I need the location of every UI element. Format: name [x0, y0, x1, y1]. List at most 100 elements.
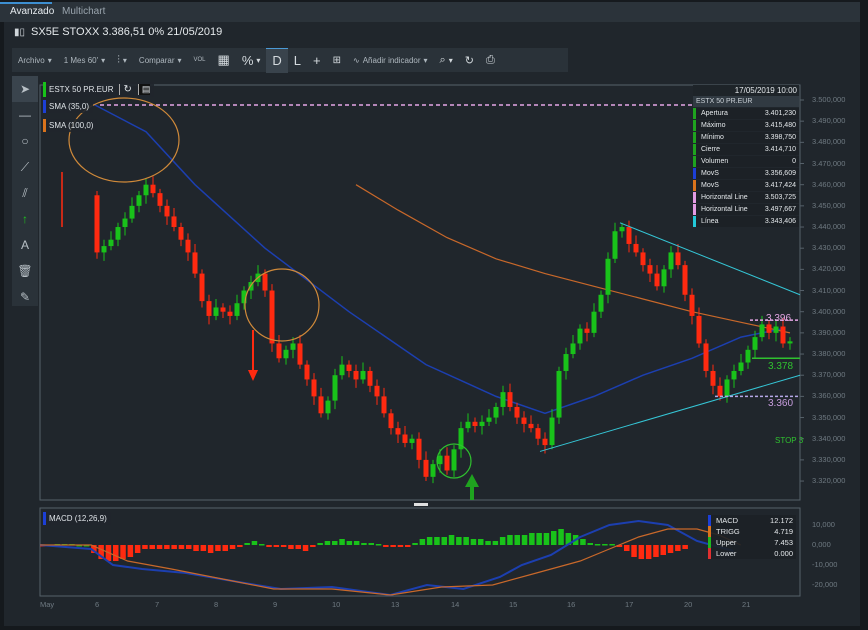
data-window: 17/05/2019 10:00 ESTX 50 PR.EUR Apertura…: [693, 85, 799, 227]
macd-bar-negative: [193, 545, 199, 551]
stop-label: STOP 3: [775, 436, 804, 445]
macd-bar-negative: [273, 545, 280, 547]
price-axis-label: 3.440,000: [812, 222, 846, 232]
sma100-label: SMA (100,0): [49, 121, 94, 130]
candle-up: [787, 341, 793, 344]
candle-down: [780, 326, 786, 344]
macd-bar-positive: [587, 543, 593, 545]
macd-bar-negative: [149, 545, 155, 549]
price-axis-label: 3.500,000: [812, 95, 846, 104]
row-label: Apertura: [701, 110, 728, 117]
candle-up: [605, 258, 611, 295]
row-label: MovS: [701, 182, 719, 189]
macd-bar-positive: [543, 533, 550, 545]
settings-icon[interactable]: ▤: [137, 84, 151, 95]
macd-bar-negative: [207, 545, 214, 553]
data-window-symbol: ESTX 50 PR.EUR: [693, 96, 799, 107]
candle-up: [724, 379, 730, 397]
date-axis-label: 13: [391, 600, 400, 609]
candle-down: [444, 455, 450, 471]
candle-down: [521, 417, 527, 424]
macd-bar-negative: [134, 545, 141, 553]
price-axis-label: 3.340,000: [812, 433, 846, 443]
candle-down: [640, 252, 646, 266]
row-value: 3.414,710: [764, 146, 796, 153]
date-axis-label: 16: [567, 600, 576, 609]
macd-bar-positive: [478, 539, 484, 545]
row-value: 3.503,725: [764, 194, 796, 201]
price-axis-label: 3.330,000: [812, 454, 846, 464]
macd-bar-positive: [332, 541, 338, 545]
candle-down: [472, 421, 478, 427]
sma100-legend[interactable]: SMA (100,0): [43, 119, 98, 132]
macd-bar-positive: [259, 544, 265, 546]
candle-down: [675, 252, 681, 266]
macd-bar-negative: [310, 545, 316, 547]
macd-bar-positive: [339, 539, 345, 545]
macd-axis-label: -10,000: [812, 560, 838, 569]
candle-down: [150, 184, 156, 194]
data-window-row: Horizontal Line 3.497,667: [693, 204, 799, 215]
macd-bar-positive: [602, 544, 608, 546]
macd-bar-positive: [514, 535, 520, 545]
sma35-legend[interactable]: SMA (35,0): [43, 100, 94, 113]
candle-up: [136, 195, 142, 206]
candle-down: [304, 364, 310, 380]
macd-bar-positive: [419, 539, 426, 545]
candle-down: [647, 265, 653, 274]
level-label-3396: 3.396: [766, 313, 792, 324]
macd-bar-negative: [675, 545, 681, 551]
row-value: 4.719: [774, 527, 793, 536]
candle-up: [486, 417, 492, 422]
macd-bar-negative: [215, 545, 221, 551]
candle-up: [437, 455, 443, 465]
candle-up: [563, 354, 569, 371]
candle-down: [395, 428, 401, 435]
macd-bar-negative: [653, 545, 659, 557]
candle-down: [206, 301, 212, 316]
candle-up: [339, 364, 345, 376]
data-window-row: Horizontal Line 3.503,725: [693, 192, 799, 203]
row-label: Máximo: [701, 122, 726, 129]
legend-color: [43, 512, 46, 525]
row-value: 0: [792, 158, 796, 165]
price-axis-label: 3.400,000: [812, 306, 846, 316]
candle-up: [591, 311, 597, 333]
macd-legend[interactable]: MACD (12,26,9): [43, 512, 111, 525]
candle-down: [626, 227, 632, 244]
candle-down: [766, 324, 772, 333]
pane-resize-handle[interactable]: [414, 503, 428, 506]
candle-down: [94, 195, 100, 253]
candle-up: [745, 349, 751, 363]
macd-bar-positive: [529, 533, 535, 545]
candle-down: [584, 328, 590, 333]
price-axis-label: 3.380,000: [812, 349, 846, 359]
macd-data-row: Upper 7.453: [708, 537, 796, 548]
macd-bar-negative: [390, 545, 396, 547]
macd-bar-negative: [127, 545, 134, 557]
date-axis-label: 17: [625, 600, 634, 609]
sma35-label: SMA (35,0): [49, 102, 90, 111]
data-window-row: Cierre 3.414,710: [693, 144, 799, 155]
macd-bar-negative: [171, 545, 177, 549]
macd-bar-negative: [200, 545, 207, 551]
macd-bar-positive: [551, 531, 557, 545]
date-axis-label: 7: [155, 600, 160, 609]
candle-up: [360, 370, 366, 380]
candle-down: [164, 205, 170, 217]
candle-up: [332, 375, 338, 401]
date-axis-label: 10: [332, 600, 341, 609]
refresh-icon[interactable]: ↻: [119, 84, 132, 95]
candle-up: [577, 328, 583, 344]
price-axis-label: 3.410,000: [812, 285, 846, 295]
macd-bar-negative: [280, 545, 287, 547]
candle-down: [297, 343, 303, 365]
symbol-legend-label: ESTX 50 PR.EUR: [49, 85, 114, 94]
candle-down: [689, 294, 695, 316]
candle-up: [479, 421, 485, 427]
legend-color: [43, 119, 46, 132]
price-axis-label: 3.490,000: [812, 116, 846, 126]
candle-up: [661, 269, 667, 287]
candle-up: [325, 400, 331, 414]
price-axis-label: 3.320,000: [812, 476, 846, 486]
